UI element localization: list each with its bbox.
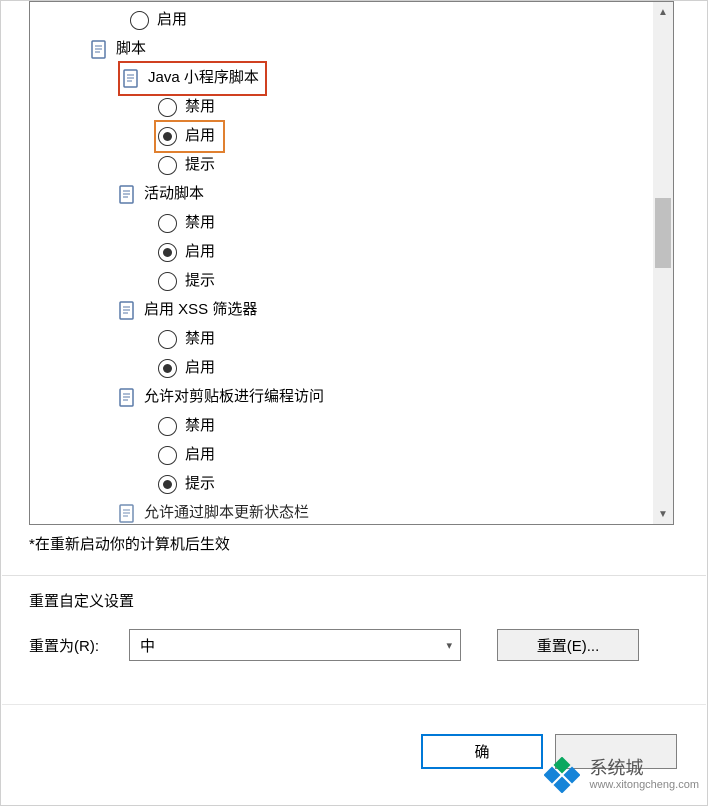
radio-clipboard-enable[interactable]: 启用 (30, 441, 673, 470)
option-label: 提示 (185, 151, 215, 180)
radio-active-disable[interactable]: 禁用 (30, 209, 673, 238)
radio-xss-enable[interactable]: 启用 (30, 354, 673, 383)
radio-icon (130, 11, 149, 30)
option-label: 禁用 (185, 93, 215, 122)
select-value: 中 (140, 635, 155, 656)
radio-icon (158, 214, 177, 233)
divider (2, 704, 706, 705)
tree-item-xss-filter[interactable]: 启用 XSS 筛选器 (30, 296, 673, 325)
option-label: 禁用 (185, 209, 215, 238)
option-label: 启用 (185, 354, 215, 383)
chevron-down-icon: ▾ (446, 639, 452, 652)
button-label: 重置(E)... (537, 635, 600, 656)
radio-icon-checked (158, 475, 177, 494)
settings-tree[interactable]: 启用 脚本 Java 小程序脚本 禁用 启用 (29, 1, 674, 525)
radio-java-disable[interactable]: 禁用 (30, 93, 673, 122)
tree-item-active-script[interactable]: 活动脚本 (30, 180, 673, 209)
radio-clipboard-prompt[interactable]: 提示 (30, 470, 673, 499)
highlight-red-box: Java 小程序脚本 (118, 61, 267, 96)
radio-java-enable[interactable]: 启用 (30, 122, 673, 151)
radio-java-prompt[interactable]: 提示 (30, 151, 673, 180)
radio-icon-checked (158, 359, 177, 378)
tree-item-clipboard[interactable]: 允许对剪贴板进行编程访问 (30, 383, 673, 412)
logo-icon (544, 757, 580, 793)
option-label: 禁用 (185, 325, 215, 354)
option-label: 启用 (185, 122, 215, 151)
watermark-en: www.xitongcheng.com (590, 779, 699, 791)
item-label: 活动脚本 (144, 180, 204, 209)
ok-button[interactable]: 确 (421, 734, 543, 769)
radio-icon (158, 330, 177, 349)
script-icon (90, 40, 108, 60)
script-icon (118, 504, 136, 524)
reset-level-select[interactable]: 中 ▾ (129, 629, 461, 661)
option-label: 提示 (185, 267, 215, 296)
script-icon (118, 388, 136, 408)
scroll-thumb[interactable] (655, 198, 671, 268)
tree-item-partial-bottom[interactable]: 允许通过脚本更新状态栏 (30, 499, 673, 525)
vertical-scrollbar[interactable]: ▲ ▼ (653, 2, 673, 524)
watermark: 系统城 www.xitongcheng.com (544, 757, 699, 793)
option-label: 启用 (185, 238, 215, 267)
item-label: 允许通过脚本更新状态栏 (144, 499, 309, 525)
scroll-down-arrow-icon[interactable]: ▼ (653, 504, 673, 524)
radio-icon (158, 98, 177, 117)
option-label: 禁用 (185, 412, 215, 441)
radio-active-enable[interactable]: 启用 (30, 238, 673, 267)
radio-icon-checked (158, 243, 177, 262)
watermark-text: 系统城 www.xitongcheng.com (590, 759, 699, 791)
scroll-up-arrow-icon[interactable]: ▲ (653, 2, 673, 22)
radio-icon (158, 272, 177, 291)
script-icon (118, 185, 136, 205)
radio-option-partial-top[interactable]: 启用 (30, 6, 673, 35)
script-icon (122, 69, 140, 89)
highlight-orange-box: 启用 (154, 120, 225, 153)
option-label: 启用 (185, 441, 215, 470)
radio-icon (158, 156, 177, 175)
divider (2, 575, 706, 576)
reset-group-title: 重置自定义设置 (29, 590, 674, 611)
tree-item-java-applet[interactable]: Java 小程序脚本 (30, 64, 673, 93)
tree-section-script[interactable]: 脚本 (30, 35, 673, 64)
reset-label: 重置为(R): (29, 635, 111, 656)
radio-icon (158, 417, 177, 436)
reset-custom-group: 重置自定义设置 重置为(R): 中 ▾ 重置(E)... (29, 590, 674, 661)
script-icon (118, 301, 136, 321)
watermark-cn: 系统城 (590, 759, 699, 779)
tree-content: 启用 脚本 Java 小程序脚本 禁用 启用 (30, 2, 673, 525)
restart-note: *在重新启动你的计算机后生效 (29, 533, 230, 554)
option-label: 启用 (157, 6, 187, 35)
reset-button[interactable]: 重置(E)... (497, 629, 639, 661)
option-label: 提示 (185, 470, 215, 499)
item-label: 启用 XSS 筛选器 (144, 296, 257, 325)
item-label: Java 小程序脚本 (148, 64, 259, 93)
section-label: 脚本 (116, 35, 146, 64)
radio-icon-checked (158, 127, 177, 146)
radio-active-prompt[interactable]: 提示 (30, 267, 673, 296)
radio-icon (158, 446, 177, 465)
button-label: 确 (474, 741, 489, 762)
item-label: 允许对剪贴板进行编程访问 (144, 383, 324, 412)
radio-xss-disable[interactable]: 禁用 (30, 325, 673, 354)
radio-clipboard-disable[interactable]: 禁用 (30, 412, 673, 441)
